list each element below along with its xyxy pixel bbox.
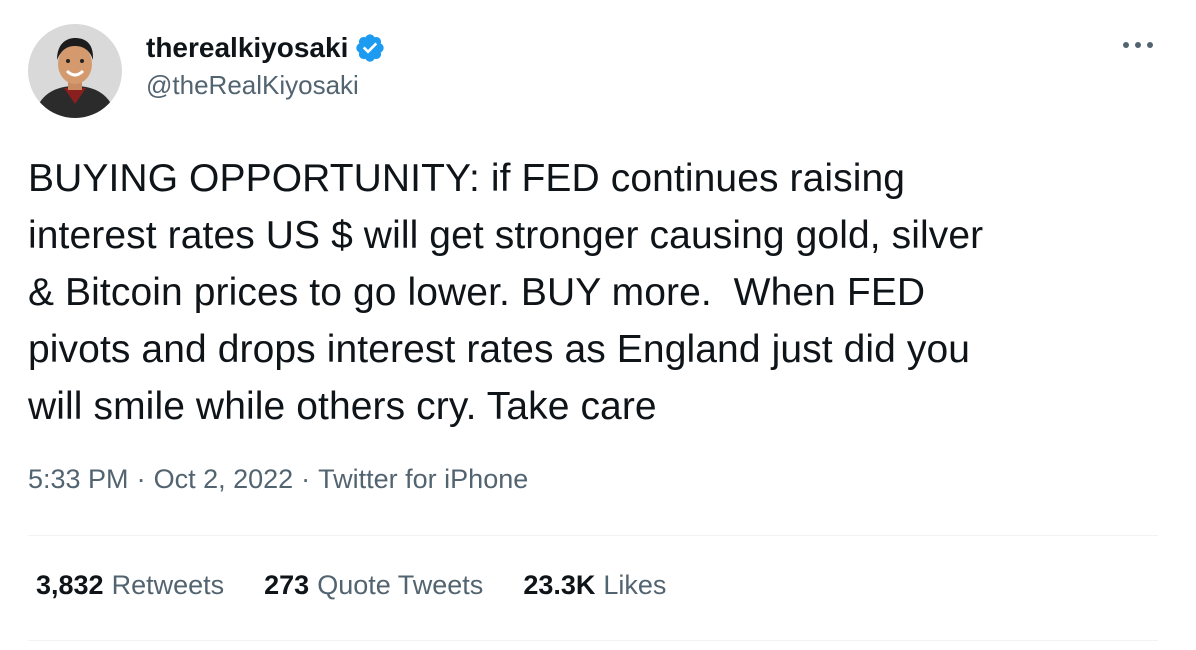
likes-stat[interactable]: 23.3K Likes xyxy=(523,570,666,601)
meta-separator: · xyxy=(136,464,146,494)
tweet-card: therealkiyosaki @theRealKiyosaki BUYING … xyxy=(0,0,1196,650)
tweet-text: BUYING OPPORTUNITY: if FED continues rai… xyxy=(28,157,984,428)
meta-separator: · xyxy=(301,464,311,494)
tweet-metadata: 5:33 PM · Oct 2, 2022 · Twitter for iPho… xyxy=(28,464,528,495)
divider xyxy=(28,535,1158,536)
quote-tweets-stat[interactable]: 273 Quote Tweets xyxy=(264,570,483,601)
author-block: therealkiyosaki @theRealKiyosaki xyxy=(146,30,386,101)
display-name[interactable]: therealkiyosaki xyxy=(146,32,348,64)
quote-tweets-label: Quote Tweets xyxy=(317,570,484,600)
likes-label: Likes xyxy=(603,570,667,600)
divider xyxy=(28,640,1158,641)
user-handle[interactable]: @theRealKiyosaki xyxy=(146,70,386,101)
tweet-time[interactable]: 5:33 PM xyxy=(28,464,129,495)
retweets-label: Retweets xyxy=(111,570,225,600)
retweets-stat[interactable]: 3,832 Retweets xyxy=(36,570,224,601)
display-name-row: therealkiyosaki xyxy=(146,30,386,66)
more-dots-icon xyxy=(1122,41,1154,49)
avatar[interactable] xyxy=(28,24,122,118)
quote-tweets-count: 273 xyxy=(264,570,310,600)
tweet-date[interactable]: Oct 2, 2022 xyxy=(154,464,294,495)
verified-badge-icon xyxy=(354,32,386,64)
avatar-image xyxy=(28,24,122,118)
more-options-button[interactable] xyxy=(1118,30,1158,60)
likes-count: 23.3K xyxy=(523,570,596,600)
engagement-stats: 3,832 Retweets 273 Quote Tweets 23.3K Likes xyxy=(36,570,666,601)
tweet-source[interactable]: Twitter for iPhone xyxy=(318,464,528,495)
retweets-count: 3,832 xyxy=(36,570,104,600)
